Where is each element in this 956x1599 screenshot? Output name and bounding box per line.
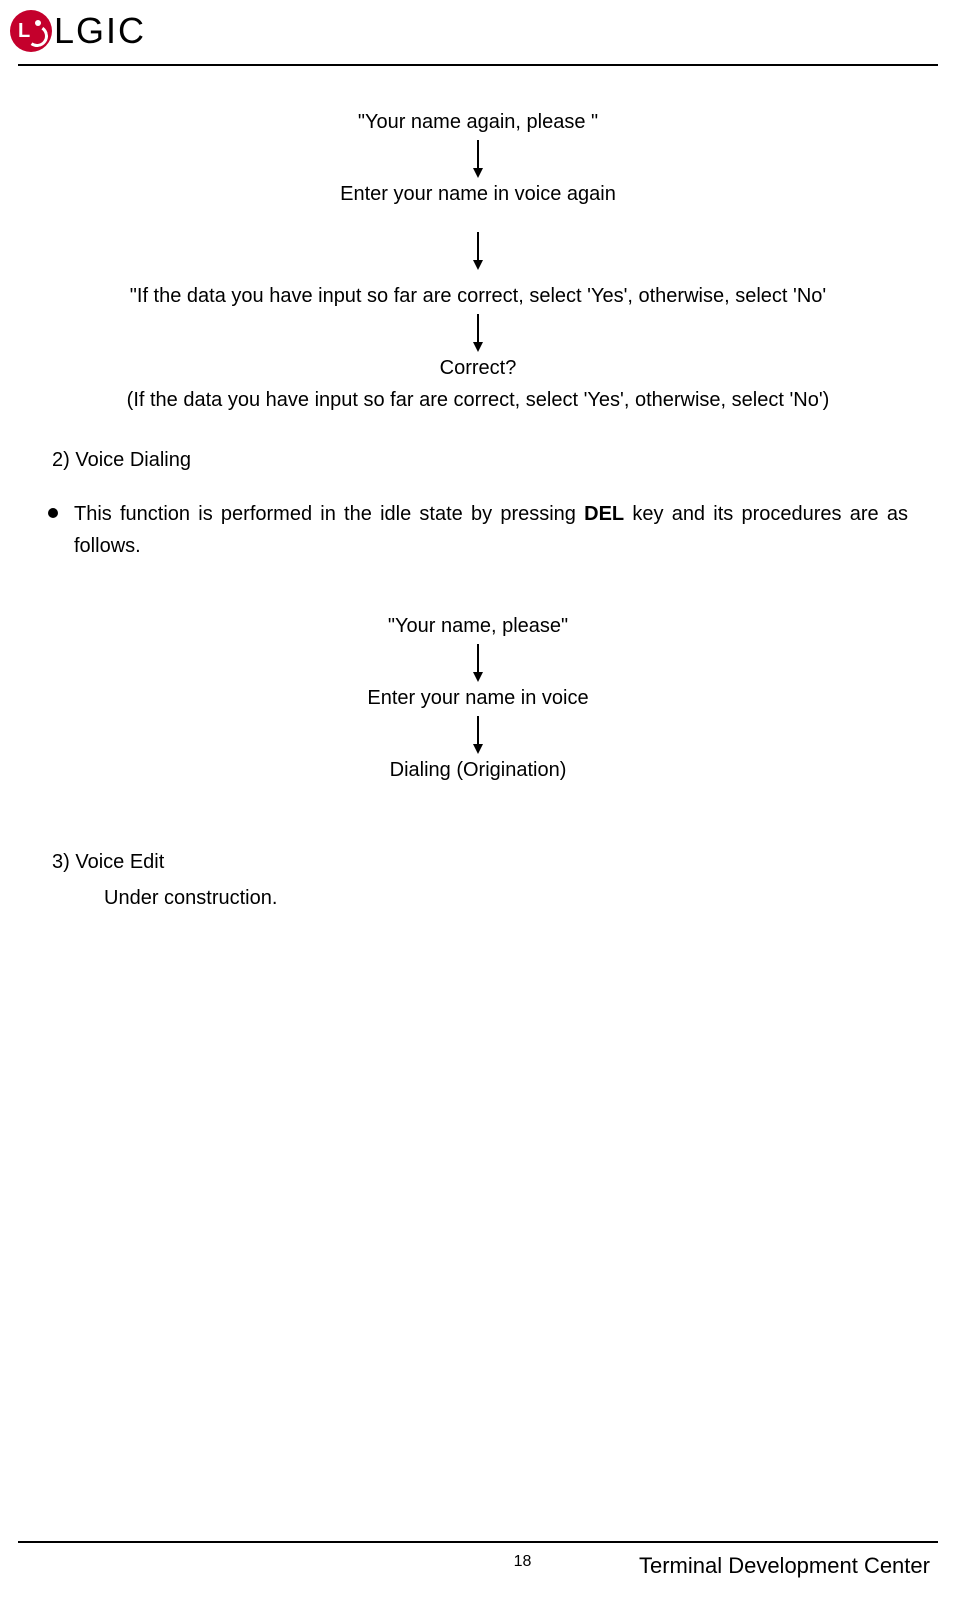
bullet-text: This function is performed in the idle s… (74, 498, 908, 562)
flow1-step1: "Your name again, please " (48, 106, 908, 138)
flow1-step5: (If the data you have input so far are c… (48, 384, 908, 416)
flow1-step2: Enter your name in voice again (48, 178, 908, 210)
flow2-step3: Dialing (Origination) (48, 754, 908, 786)
section3-title: 3) Voice Edit (52, 846, 908, 878)
arrow-down-icon (468, 230, 488, 270)
arrow-down-icon (468, 138, 488, 178)
flow1-step3: "If the data you have input so far are c… (48, 280, 908, 312)
footer-org: Terminal Development Center (639, 1553, 930, 1579)
footer: 18 Terminal Development Center (18, 1541, 938, 1579)
arrow-down-icon (468, 312, 488, 352)
lg-logo-icon (10, 10, 52, 52)
flow2-step1: "Your name, please" (48, 610, 908, 642)
flow1-step4: Correct? (48, 352, 908, 384)
bullet-text-part1: This function is performed in the idle s… (74, 503, 584, 525)
page-number: 18 (514, 1553, 532, 1579)
bullet-item: This function is performed in the idle s… (48, 498, 908, 562)
section3-body: Under construction. (104, 882, 908, 914)
bullet-icon (48, 508, 58, 518)
brand-text: LGIC (54, 10, 146, 52)
section2-title: 2) Voice Dialing (52, 444, 908, 476)
del-key-label: DEL (584, 503, 624, 525)
arrow-down-icon (468, 714, 488, 754)
header: LGIC (0, 0, 956, 52)
arrow-down-icon (468, 642, 488, 682)
page-content: "Your name again, please " Enter your na… (0, 66, 956, 914)
flow2-step2: Enter your name in voice (48, 682, 908, 714)
footer-rule (18, 1541, 938, 1543)
